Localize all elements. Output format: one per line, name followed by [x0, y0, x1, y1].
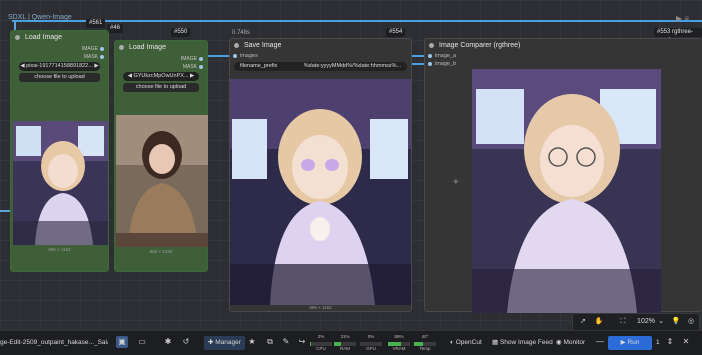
edit-icon[interactable]: ✎ — [280, 336, 292, 348]
add-plus-icon[interactable]: + — [453, 177, 459, 188]
load-image-node-1[interactable]: Load Image IMAGE MASK ◀ pixai-1917714158… — [10, 30, 109, 272]
run-button[interactable]: ▶ Run — [608, 336, 652, 350]
vram-meter: 59% VRAM — [388, 334, 410, 352]
image-size-caption: 856 × 1280 — [149, 249, 173, 254]
play-icon[interactable]: ▶ ≡ — [676, 14, 689, 23]
preview-image — [13, 121, 108, 245]
input-images[interactable]: images — [233, 53, 258, 59]
screen-icon[interactable]: ▭ — [136, 336, 148, 348]
image-feed-button[interactable]: ▦ Show Image Feed — [492, 336, 553, 350]
output-mask[interactable]: MASK — [84, 54, 104, 60]
load-image-node-2[interactable]: Load Image IMAGE MASK ◀ GYUkzcMpOwUnPX..… — [114, 40, 208, 272]
opencut-button[interactable]: ◐ OpenCut — [450, 336, 482, 350]
node-title[interactable]: Load Image — [11, 31, 108, 44]
anime-girl-illustration — [472, 69, 661, 313]
collapse-dot-icon[interactable] — [429, 43, 434, 48]
workflow-canvas[interactable]: SDXL | Qwen-Image #561 #46 #550 #554 #55… — [0, 0, 702, 330]
queue-count[interactable]: 1 — [656, 336, 660, 350]
image-comparer-node[interactable]: Image Comparer (rgthree) image_a image_b… — [424, 38, 702, 313]
collapse-dot-icon[interactable] — [15, 35, 20, 40]
bottom-bar: ge-Edit-2509_outpaint_hakase..._Sala ▣ ▭… — [0, 330, 702, 355]
fit-view-icon[interactable]: ⛶ — [617, 316, 629, 328]
lightbulb-icon[interactable]: 💡 — [670, 316, 682, 328]
link-visibility-icon[interactable]: ◎ — [685, 316, 697, 328]
image-file-select[interactable]: ◀ pixai-1917714158891822... ▶ — [19, 62, 100, 71]
workflow-title: SDXL | Qwen-Image — [8, 14, 72, 21]
image-size-caption: 896 × 1152 — [309, 305, 332, 310]
manager-button[interactable]: ✚ Manager — [204, 336, 245, 350]
node-badge: #554 — [386, 28, 406, 37]
star-icon[interactable]: ★ — [246, 336, 258, 348]
cpu-meter: 2% CPU — [310, 334, 332, 352]
exec-time: 0.748s — [232, 30, 251, 36]
link-wire — [205, 55, 230, 57]
node-title[interactable]: Image Comparer (rgthree) — [425, 39, 702, 52]
save-image-node[interactable]: Save Image images filename_prefix %date:… — [229, 38, 412, 312]
upload-button[interactable]: choose file to upload — [123, 83, 199, 92]
workflow-tab[interactable]: ge-Edit-2509_outpaint_hakase..._Sala — [0, 336, 108, 350]
output-image[interactable]: IMAGE — [82, 46, 104, 52]
anime-girl-illustration — [230, 79, 411, 305]
preview-photo — [116, 115, 208, 247]
gpu-meter: 0% GPU — [360, 334, 382, 352]
minimize-icon[interactable]: — — [594, 336, 606, 348]
anime-girl-illustration — [13, 121, 108, 245]
output-image-preview — [230, 79, 411, 305]
upload-button[interactable]: choose file to upload — [19, 73, 100, 82]
filename-prefix-field[interactable]: filename_prefix %date:yyyyMMdd%/%date:hh… — [234, 62, 407, 71]
node-title[interactable]: Save Image — [230, 39, 411, 52]
copy-icon[interactable]: ⧉ — [264, 336, 276, 348]
queue-stepper-icon[interactable]: ⇕ — [664, 336, 676, 348]
image-feed-icon: ▦ — [492, 339, 500, 346]
history-icon[interactable]: ↺ — [180, 336, 192, 348]
link-wire — [12, 20, 702, 22]
node-badge: #553 rgthree-comf — [654, 28, 702, 44]
input-image-b[interactable]: image_b — [428, 61, 456, 67]
arrow-right-icon[interactable]: ▶ — [189, 73, 194, 79]
ram-meter: 31% RAM — [334, 334, 356, 352]
comparison-image[interactable] — [472, 69, 661, 313]
monitor-button[interactable]: ◉ Monitor — [556, 336, 585, 350]
chevron-down-icon[interactable]: ⌄ — [657, 316, 665, 328]
temp-meter: 40° Temp — [414, 334, 436, 352]
image-file-select[interactable]: ◀ GYUkzcMpOwUnPX... ▶ — [123, 72, 199, 81]
hand-pan-icon[interactable]: ✋ — [593, 316, 605, 328]
select-cursor-icon[interactable]: ➚ — [577, 316, 589, 328]
output-image[interactable]: IMAGE — [181, 56, 203, 62]
image-size-caption: 886 × 1152 — [48, 247, 71, 252]
arrow-right-icon[interactable]: ▶ — [93, 63, 98, 69]
output-mask[interactable]: MASK — [183, 64, 203, 70]
collapse-dot-icon[interactable] — [119, 45, 124, 50]
share-icon[interactable]: ↪ — [296, 336, 308, 348]
input-image-a[interactable]: image_a — [428, 53, 456, 59]
zoom-level[interactable]: 102% — [635, 316, 657, 328]
close-icon[interactable]: ✕ — [680, 336, 692, 348]
node-badge: #550 — [171, 28, 191, 37]
node-badge: #46 — [107, 24, 124, 33]
panel-toggle-icon[interactable]: ▣ — [116, 336, 128, 348]
node-title[interactable]: Load Image — [115, 41, 207, 54]
photo-woman-sweater — [116, 115, 208, 247]
node-badge: #561 — [86, 19, 106, 28]
puzzle-icon[interactable]: ✱ — [162, 336, 174, 348]
collapse-dot-icon[interactable] — [234, 43, 239, 48]
